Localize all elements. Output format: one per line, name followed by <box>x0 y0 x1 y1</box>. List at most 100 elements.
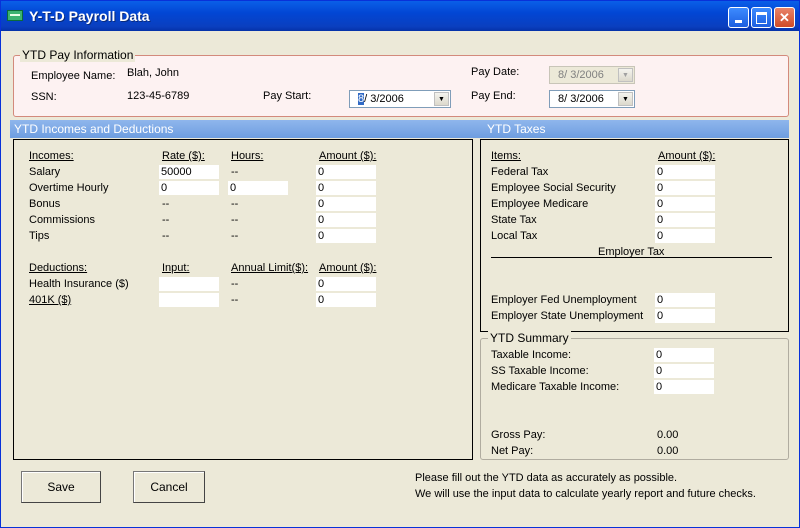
rate-header: Rate ($): <box>162 150 205 162</box>
pay-start-label: Pay Start: <box>263 90 312 102</box>
pay-start-picker[interactable]: 8/ 3/2006 ▼ <box>349 90 451 108</box>
instruction-line-1: Please fill out the YTD data as accurate… <box>415 472 678 484</box>
items-header: Items: <box>491 150 521 162</box>
maximize-icon <box>756 11 767 24</box>
medicare-taxable-income-input[interactable]: 0 <box>654 380 714 394</box>
salary-rate-input[interactable]: 50000 <box>159 165 219 179</box>
health-insurance-limit: -- <box>231 278 239 290</box>
medicare-input[interactable]: 0 <box>655 197 715 211</box>
tips-rate: -- <box>162 230 170 242</box>
tax-amount-header: Amount ($): <box>658 150 716 162</box>
summary-row-label: Medicare Taxable Income: <box>491 381 620 393</box>
close-button[interactable]: ✕ <box>774 7 795 28</box>
taxes-section-title: YTD Taxes <box>487 122 546 136</box>
cancel-button[interactable]: Cancel <box>133 471 205 503</box>
deduction-amount-header: Amount ($): <box>319 262 377 274</box>
commissions-hours: -- <box>231 214 239 226</box>
commissions-amount-input[interactable]: 0 <box>316 213 376 227</box>
minimize-icon <box>735 19 742 23</box>
income-row-label: Bonus <box>29 198 61 210</box>
pay-date-picker: 8/ 3/2006 ▼ <box>549 66 635 84</box>
bonus-amount-input[interactable]: 0 <box>316 197 376 211</box>
income-row-label: Tips <box>29 230 50 242</box>
save-button[interactable]: Save <box>21 471 101 503</box>
overtime-rate-input[interactable]: 0 <box>159 181 219 195</box>
401k-amount-input[interactable]: 0 <box>316 293 376 307</box>
employee-name-value: Blah, John <box>127 67 179 79</box>
summary-row-label: SS Taxable Income: <box>491 365 589 377</box>
gross-pay-value: 0.00 <box>657 429 679 441</box>
annual-limit-header: Annual Limit($): <box>231 262 309 274</box>
pay-date-dropdown-button: ▼ <box>618 68 633 82</box>
incomes-section-title: YTD Incomes and Deductions <box>14 122 174 136</box>
federal-tax-input[interactable]: 0 <box>655 165 715 179</box>
payroll-window: Y-T-D Payroll Data ✕ YTD Pay Information… <box>0 0 800 528</box>
close-icon: ✕ <box>779 9 790 25</box>
employer-state-unemployment-input[interactable]: 0 <box>655 309 715 323</box>
window-title: Y-T-D Payroll Data <box>29 8 150 24</box>
incomes-section-bar: YTD Incomes and Deductions <box>10 120 473 138</box>
tax-row-label: Federal Tax <box>491 166 549 178</box>
amount-header: Amount ($): <box>319 150 377 162</box>
pay-end-picker[interactable]: 8/ 3/2006 ▼ <box>549 90 635 108</box>
employer-fed-unemployment-input[interactable]: 0 <box>655 293 715 307</box>
maximize-button[interactable] <box>751 7 772 28</box>
employer-tax-divider <box>491 257 772 258</box>
minimize-button[interactable] <box>728 7 749 28</box>
income-row-label: Commissions <box>29 214 96 226</box>
pay-info-legend: YTD Pay Information <box>20 48 136 62</box>
chevron-down-icon: ▼ <box>438 95 445 103</box>
chevron-down-icon: ▼ <box>622 95 629 103</box>
gross-pay-label: Gross Pay: <box>491 429 546 441</box>
pay-end-label: Pay End: <box>471 90 516 102</box>
overtime-hours-input[interactable]: 0 <box>228 181 288 195</box>
health-insurance-input[interactable] <box>159 277 219 291</box>
employer-row-label: Employer Fed Unemployment <box>491 294 637 306</box>
employee-name-label: Employee Name: <box>31 70 116 82</box>
net-pay-label: Net Pay: <box>491 445 534 457</box>
input-header: Input: <box>162 262 190 274</box>
bonus-rate: -- <box>162 198 170 210</box>
pay-date-label: Pay Date: <box>471 66 520 78</box>
tax-row-label: Employee Medicare <box>491 198 589 210</box>
tips-hours: -- <box>231 230 239 242</box>
incomes-header: Incomes: <box>29 150 74 162</box>
health-insurance-amount-input[interactable]: 0 <box>316 277 376 291</box>
local-tax-input[interactable]: 0 <box>655 229 715 243</box>
ssn-label: SSN: <box>31 91 57 103</box>
401k-limit: -- <box>231 294 239 306</box>
tips-amount-input[interactable]: 0 <box>316 229 376 243</box>
pay-end-dropdown-button[interactable]: ▼ <box>618 92 633 106</box>
income-row-label: Salary <box>29 166 61 178</box>
bonus-hours: -- <box>231 198 239 210</box>
chevron-down-icon: ▼ <box>622 71 629 79</box>
social-security-input[interactable]: 0 <box>655 181 715 195</box>
title-bar[interactable]: Y-T-D Payroll Data ✕ <box>1 1 799 31</box>
ssn-value: 123-45-6789 <box>127 90 190 102</box>
tax-row-label: State Tax <box>491 214 537 226</box>
ss-taxable-income-input[interactable]: 0 <box>654 364 714 378</box>
overtime-amount-input[interactable]: 0 <box>316 181 376 195</box>
summary-legend: YTD Summary <box>488 331 571 345</box>
pay-start-dropdown-button[interactable]: ▼ <box>434 92 449 106</box>
salary-hours: -- <box>231 166 239 178</box>
deductions-header: Deductions: <box>29 262 88 274</box>
pay-end-value: 8/ 3/2006 <box>558 93 604 105</box>
tax-row-label: Employee Social Security <box>491 182 616 194</box>
pay-date-value: 8/ 3/2006 <box>558 69 604 81</box>
employer-row-label: Employer State Unemployment <box>491 310 644 322</box>
401k-input[interactable] <box>159 293 219 307</box>
income-row-label: Overtime Hourly <box>29 182 109 194</box>
summary-row-label: Taxable Income: <box>491 349 572 361</box>
instruction-line-2: We will use the input data to calculate … <box>415 488 756 500</box>
deduction-row-label-401k[interactable]: 401K ($) <box>29 294 71 306</box>
taxable-income-input[interactable]: 0 <box>654 348 714 362</box>
commissions-rate: -- <box>162 214 170 226</box>
app-icon <box>7 10 23 21</box>
salary-amount-input[interactable]: 0 <box>316 165 376 179</box>
taxes-section-bar: YTD Taxes <box>473 120 789 138</box>
tax-row-label: Local Tax <box>491 230 538 242</box>
hours-header: Hours: <box>231 150 264 162</box>
net-pay-value: 0.00 <box>657 445 679 457</box>
state-tax-input[interactable]: 0 <box>655 213 715 227</box>
